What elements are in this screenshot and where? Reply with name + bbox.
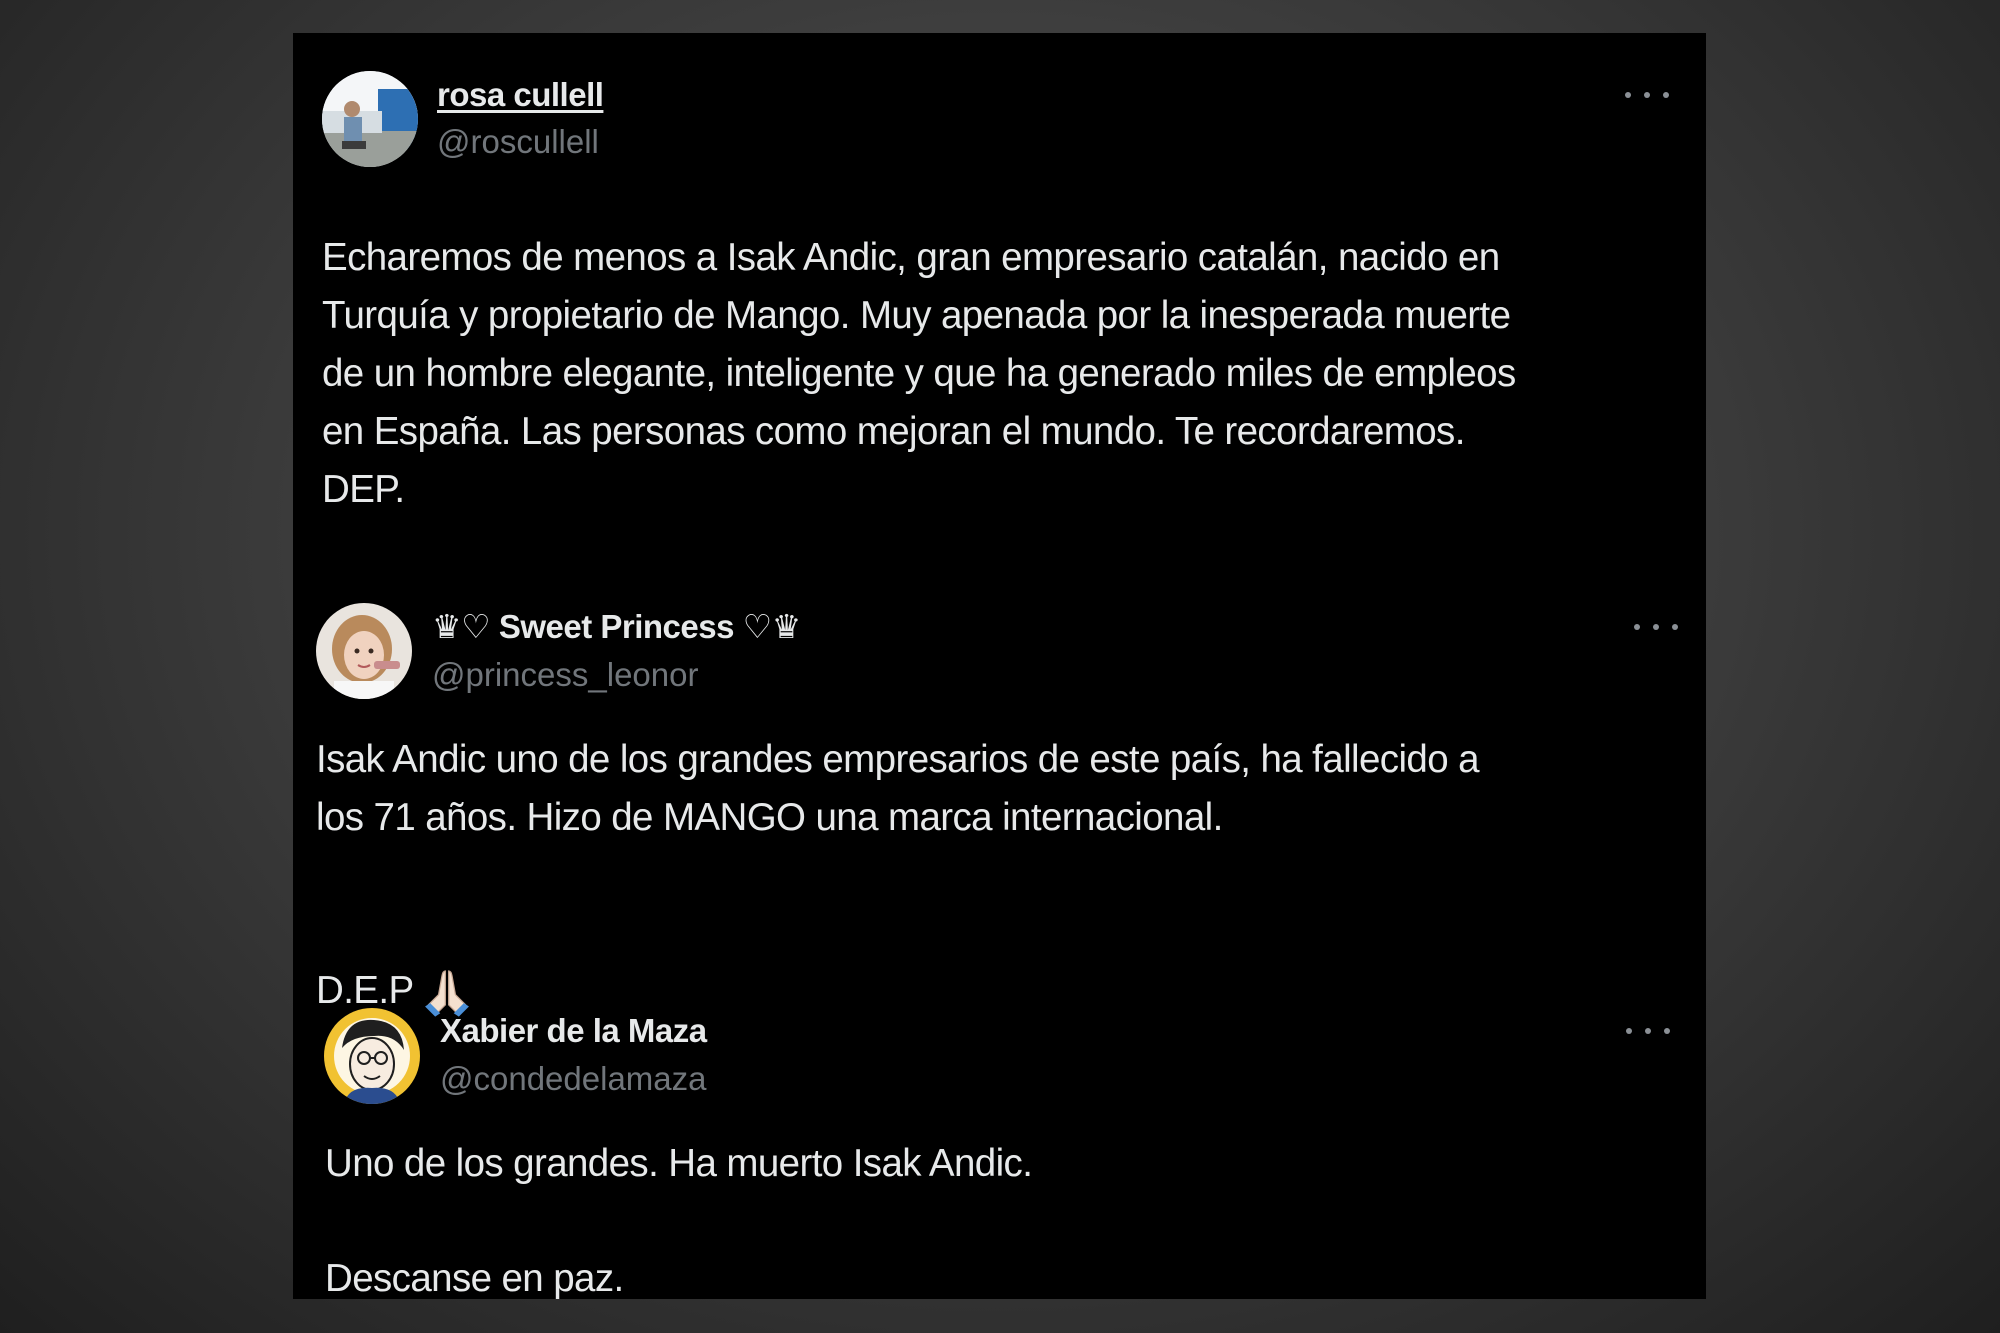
tweet-princess-leonor[interactable]: ♛♡ Sweet Princess ♡♛ @princess_leonor Is… (293, 573, 1706, 1017)
tweet-text: Echaremos de menos a Isak Andic, gran em… (322, 236, 1516, 511)
more-options-icon[interactable] (1634, 617, 1678, 637)
display-name[interactable]: ♛♡ Sweet Princess ♡♛ (432, 607, 801, 647)
more-options-icon[interactable] (1626, 1021, 1670, 1041)
more-options-icon[interactable] (1625, 85, 1669, 105)
avatar[interactable] (324, 1008, 420, 1104)
avatar-illustration (324, 1008, 420, 1104)
avatar[interactable] (316, 603, 412, 699)
avatar[interactable] (322, 71, 418, 167)
display-name[interactable]: Xabier de la Maza (440, 1011, 707, 1051)
tweet-closing: Descanse en paz. (325, 1257, 624, 1299)
handle[interactable]: @princess_leonor (432, 655, 698, 695)
tweet-text: Uno de los grandes. Ha muerto Isak Andic… (325, 1142, 1033, 1185)
tweets-panel: rosa cullell @roscullell Echaremos de me… (293, 33, 1706, 1299)
tweet-condedelamaza[interactable]: Xabier de la Maza @condedelamaza Uno de … (293, 973, 1706, 1299)
handle[interactable]: @roscullell (437, 122, 599, 162)
display-name[interactable]: rosa cullell (437, 75, 604, 115)
tweet-roscullell[interactable]: rosa cullell @roscullell Echaremos de me… (293, 33, 1706, 513)
avatar-photo (322, 71, 418, 167)
handle[interactable]: @condedelamaza (440, 1059, 707, 1099)
tweet-text: Isak Andic uno de los grandes empresario… (316, 738, 1480, 839)
avatar-photo (316, 603, 412, 699)
